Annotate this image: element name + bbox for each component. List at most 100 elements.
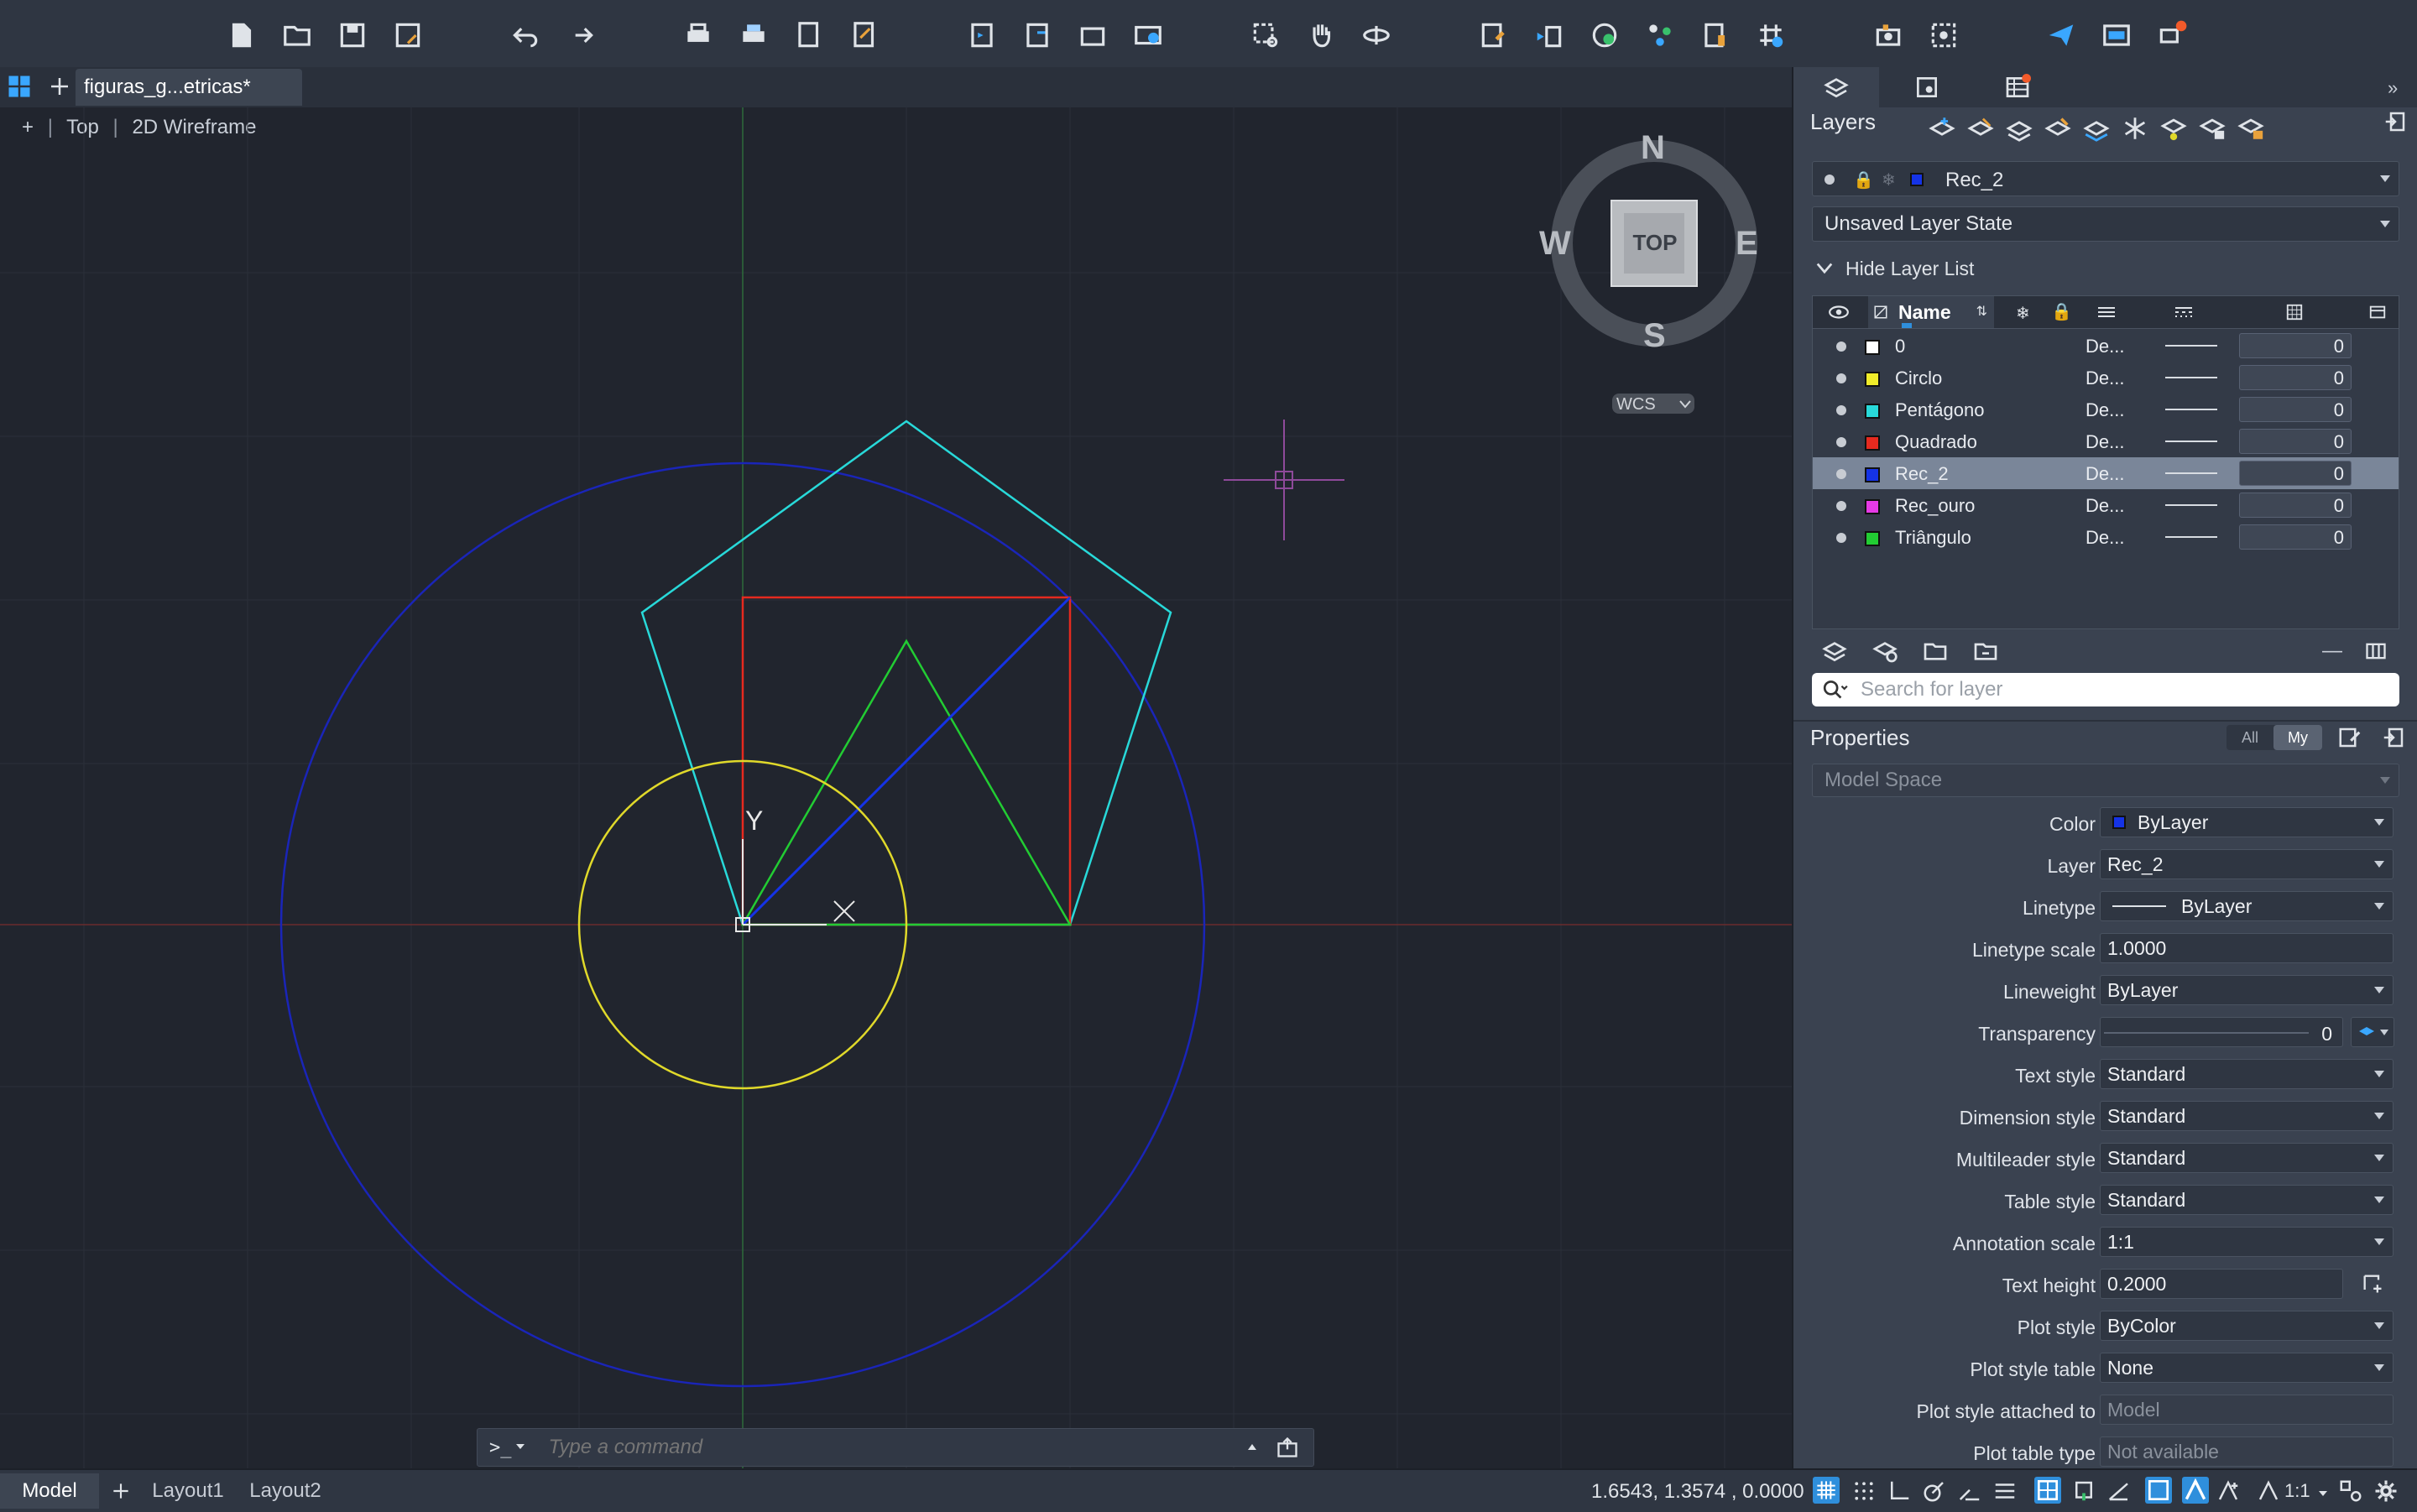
- transparency-slider-track[interactable]: [2104, 1032, 2309, 1034]
- filter-my-button[interactable]: My: [2273, 725, 2322, 750]
- annotation-scale-icon[interactable]: [2256, 1478, 2281, 1508]
- page-setup-icon[interactable]: [791, 17, 827, 54]
- layer-transparency-field[interactable]: 0: [2239, 429, 2352, 454]
- properties-icon[interactable]: [1475, 17, 1512, 54]
- command-history-arrow-icon[interactable]: [1246, 1441, 1258, 1456]
- layer-linetype[interactable]: De...: [2086, 336, 2124, 357]
- command-prompt-icon[interactable]: >_: [489, 1437, 512, 1458]
- property-field-annotation-scale[interactable]: 1:1: [2100, 1227, 2394, 1257]
- layer-transparency-field[interactable]: 0: [2239, 493, 2352, 518]
- layer-search-input[interactable]: [1859, 677, 2366, 702]
- render-preset-icon[interactable]: [1925, 17, 1962, 54]
- layer-transparency-field[interactable]: 0: [2239, 524, 2352, 550]
- ortho-icon[interactable]: [1887, 1478, 1912, 1508]
- save-icon[interactable]: [334, 17, 371, 54]
- match-properties-icon[interactable]: [1531, 17, 1568, 54]
- chevron-down-icon[interactable]: [1678, 399, 1692, 414]
- sheet-set-icon[interactable]: [1697, 17, 1734, 54]
- property-field-color[interactable]: ByLayer: [2100, 807, 2394, 837]
- layer-color-swatch[interactable]: [1865, 340, 1880, 355]
- send-icon[interactable]: [2043, 17, 2080, 54]
- layer-linetype[interactable]: De...: [2086, 368, 2124, 389]
- annotation-scale-value[interactable]: 1:1: [2284, 1480, 2310, 1502]
- layer-visibility-icon[interactable]: [1836, 373, 1846, 383]
- compass-e[interactable]: E: [1736, 225, 1758, 263]
- auto-scale-icon[interactable]: [2216, 1478, 2241, 1508]
- open-folder-icon[interactable]: [279, 17, 316, 54]
- grid-toggle-icon[interactable]: [1813, 1477, 1840, 1504]
- edit-properties-icon[interactable]: [2337, 725, 2362, 750]
- isodraft-icon[interactable]: [1957, 1478, 1982, 1508]
- command-line[interactable]: >_: [477, 1428, 1314, 1467]
- layer-walk-icon[interactable]: [2082, 114, 2111, 143]
- lock-layer-icon[interactable]: [2198, 114, 2226, 143]
- batch-plot-icon[interactable]: [735, 17, 772, 54]
- set-current-layer-icon[interactable]: [2044, 114, 2072, 143]
- linetype-column-icon[interactable]: [2174, 305, 2194, 320]
- layer-color-swatch[interactable]: [1865, 467, 1880, 482]
- tool-palettes-icon[interactable]: [1642, 17, 1678, 54]
- export-icon[interactable]: [1019, 17, 1056, 54]
- current-layer-dropdown[interactable]: 🔒 ❄ Rec_2: [1812, 161, 2399, 196]
- property-field-plot-style[interactable]: ByColor: [2100, 1311, 2394, 1341]
- layer-linetype[interactable]: De...: [2086, 463, 2124, 485]
- coordinates-readout[interactable]: 1.6543, 1.3574 , 0.0000: [1591, 1480, 1804, 1504]
- wcs-label[interactable]: WCS: [1616, 395, 1656, 414]
- hide-layer-list-toggle[interactable]: Hide Layer List: [1815, 253, 1974, 284]
- layer-lineweight-sample[interactable]: [2165, 504, 2217, 506]
- property-field-linetype[interactable]: ByLayer: [2100, 891, 2394, 921]
- property-field-text-height[interactable]: 0.2000: [2100, 1269, 2343, 1299]
- property-field-transparency[interactable]: 0: [2100, 1017, 2343, 1047]
- layer-visibility-icon[interactable]: [1836, 437, 1846, 447]
- layer-color-swatch[interactable]: [1865, 404, 1880, 419]
- name-column-header[interactable]: Name ⇅: [1868, 296, 1994, 328]
- print-icon[interactable]: [680, 17, 717, 54]
- delete-layer-icon[interactable]: [2005, 114, 2033, 143]
- property-field-multileader-style[interactable]: Standard: [2100, 1143, 2394, 1173]
- folder-filter-icon[interactable]: [1971, 638, 2000, 665]
- transparency-toggle-icon[interactable]: [2034, 1477, 2061, 1504]
- orbit-icon[interactable]: [1358, 17, 1395, 54]
- layer-lineweight-sample[interactable]: [2165, 345, 2217, 347]
- property-field-plot-style-table[interactable]: None: [2100, 1353, 2394, 1383]
- compass-s[interactable]: S: [1643, 317, 1666, 355]
- property-field-lineweight[interactable]: ByLayer: [2100, 975, 2394, 1005]
- layer-color-swatch[interactable]: [1865, 372, 1880, 387]
- publish-icon[interactable]: [846, 17, 883, 54]
- dynamic-ucs-icon[interactable]: [2106, 1478, 2132, 1508]
- layer-off-icon[interactable]: [2159, 114, 2188, 143]
- layer-lineweight-sample[interactable]: [2165, 441, 2217, 442]
- chevron-down-icon[interactable]: [2318, 1487, 2328, 1502]
- layer-row[interactable]: 0 De... 0: [1813, 330, 2399, 362]
- command-input[interactable]: [546, 1435, 1222, 1460]
- unlock-layer-icon[interactable]: [2237, 114, 2265, 143]
- import-icon[interactable]: [963, 17, 1000, 54]
- property-field-table-style[interactable]: Standard: [2100, 1185, 2394, 1215]
- compass-w[interactable]: W: [1539, 225, 1571, 263]
- selection-context-dropdown[interactable]: Model Space: [1812, 764, 2399, 797]
- eye-icon[interactable]: [1828, 303, 1850, 321]
- lineweight-column-icon[interactable]: [2096, 305, 2117, 320]
- tab-document[interactable]: figuras_g...etricas*: [76, 69, 302, 106]
- property-field-linetype-scale[interactable]: 1.0000: [2100, 933, 2394, 963]
- pin-panel-icon[interactable]: [2383, 109, 2408, 138]
- layer-state-dropdown[interactable]: Unsaved Layer State: [1812, 206, 2399, 242]
- gear-icon[interactable]: [2373, 1478, 2399, 1508]
- freeze-column-icon[interactable]: ❄: [2016, 303, 2030, 324]
- redo-icon[interactable]: [562, 17, 599, 54]
- transparency-options-button[interactable]: [2351, 1017, 2394, 1047]
- layer-linetype[interactable]: De...: [2086, 399, 2124, 421]
- polar-tracking-icon[interactable]: [1922, 1478, 1947, 1508]
- workspace-icon[interactable]: [2338, 1478, 2363, 1508]
- add-layout-icon[interactable]: [104, 1473, 138, 1509]
- property-field-dimension-style[interactable]: Standard: [2100, 1101, 2394, 1131]
- tab-layout2[interactable]: Layout2: [238, 1473, 332, 1509]
- layer-visibility-icon[interactable]: [1836, 405, 1846, 415]
- lineweight-icon[interactable]: [1992, 1478, 2018, 1508]
- attach-icon[interactable]: [1074, 17, 1111, 54]
- layer-row[interactable]: Triângulo De... 0: [1813, 521, 2399, 553]
- viewcube-top-face[interactable]: TOP: [1613, 230, 1697, 256]
- drawing-canvas[interactable]: + | Top | 2D Wireframe N S E W TOP WCS Y: [0, 107, 1792, 1468]
- selection-cycling-icon[interactable]: [2071, 1478, 2096, 1508]
- new-layer-vp-icon[interactable]: [1966, 114, 1995, 143]
